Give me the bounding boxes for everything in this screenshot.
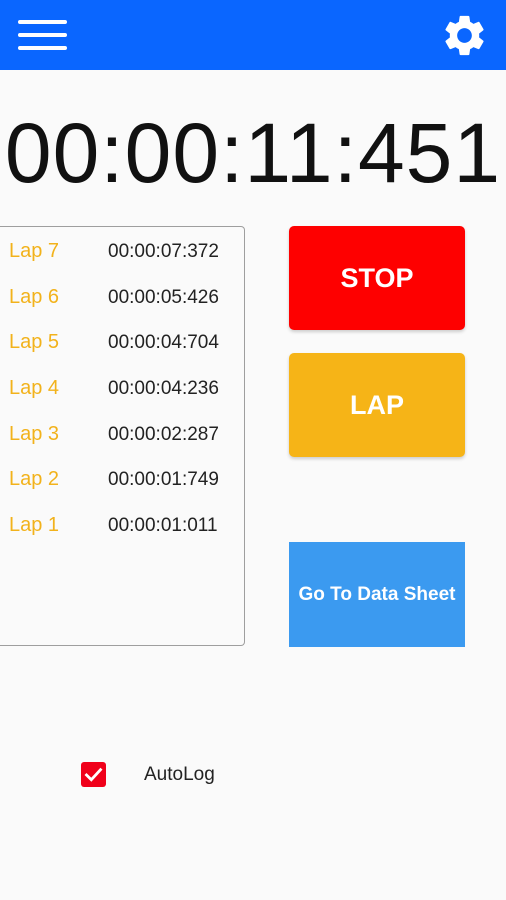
autolog-checkbox[interactable] (81, 762, 106, 787)
lap-row: Lap 7 00:00:07:372 (0, 230, 244, 270)
lap-time: 00:00:01:749 (108, 469, 219, 490)
lap-time: 00:00:02:287 (108, 424, 219, 445)
lap-time: 00:00:07:372 (108, 241, 219, 262)
lap-row: Lap 1 00:00:01:011 (0, 504, 244, 544)
app-bar (0, 0, 506, 70)
gear-icon[interactable] (440, 11, 489, 60)
lap-row: Lap 6 00:00:05:426 (0, 276, 244, 316)
lap-row: Lap 3 00:00:02:287 (0, 413, 244, 453)
lap-time: 00:00:04:704 (108, 332, 219, 353)
lap-label: Lap 6 (9, 286, 60, 308)
lap-label: Lap 1 (9, 514, 60, 536)
go-to-data-sheet-button[interactable]: Go To Data Sheet (289, 542, 465, 647)
stop-button[interactable]: STOP (289, 226, 465, 330)
lap-label: Lap 4 (9, 377, 60, 399)
lap-time: 00:00:04:236 (108, 378, 219, 399)
lap-label: Lap 5 (9, 331, 60, 353)
lap-time: 00:00:05:426 (108, 287, 219, 308)
lap-row: Lap 2 00:00:01:749 (0, 458, 244, 498)
lap-row: Lap 4 00:00:04:236 (0, 367, 244, 407)
lap-time: 00:00:01:011 (108, 515, 218, 536)
checkmark-icon (84, 767, 103, 782)
lap-row: Lap 5 00:00:04:704 (0, 321, 244, 361)
lap-list[interactable]: Lap 7 00:00:07:372 Lap 6 00:00:05:426 La… (0, 226, 245, 646)
lap-button[interactable]: LAP (289, 353, 465, 457)
autolog-label: AutoLog (144, 764, 215, 785)
menu-icon[interactable] (18, 20, 67, 50)
elapsed-time-display: 00:00:11:451 (4, 106, 502, 200)
lap-label: Lap 2 (9, 468, 60, 490)
lap-label: Lap 3 (9, 423, 60, 445)
lap-label: Lap 7 (9, 240, 60, 262)
